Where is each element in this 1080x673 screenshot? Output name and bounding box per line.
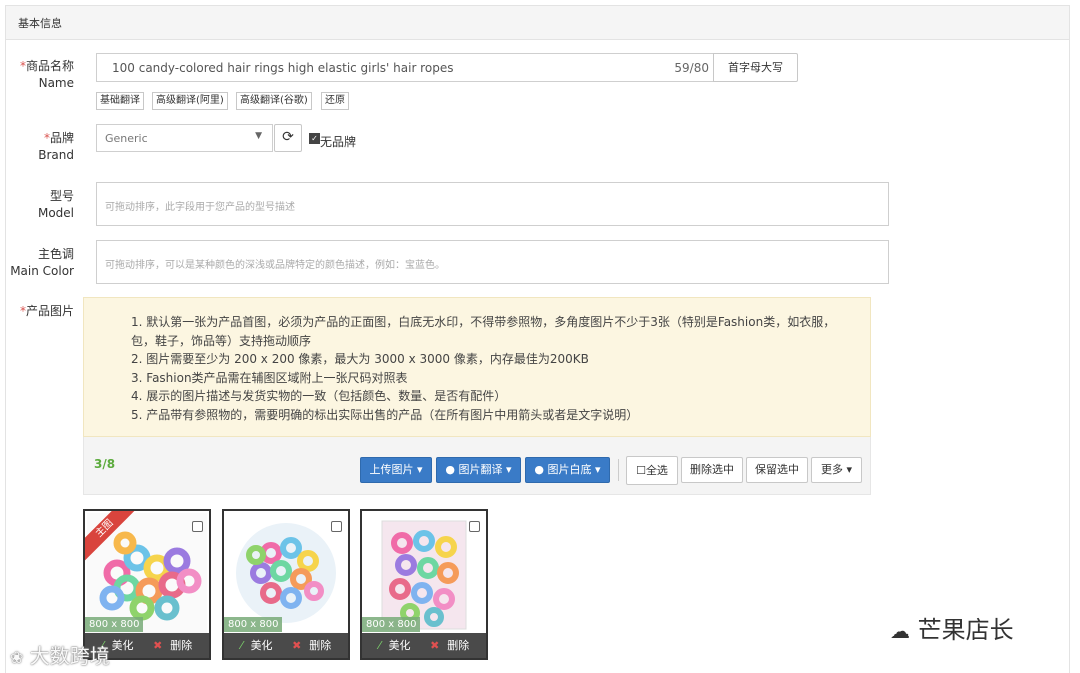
name-value: 100 candy-colored hair rings high elasti… (112, 61, 454, 75)
basic-translate-button[interactable]: 基础翻译 (96, 92, 144, 110)
brand-select[interactable]: Generic ▼ (96, 124, 273, 152)
wand-icon: ⁄ (378, 639, 381, 652)
toolbar-divider (618, 459, 619, 481)
wechat-icon: ☁ (890, 619, 910, 643)
close-icon: ✖ (153, 639, 163, 652)
image-requirements-notice: 1. 默认第一张为产品首图，必须为产品的正面图，白底无水印，不得带参照物，多角度… (83, 297, 871, 437)
beautify-button[interactable]: ⁄ 美化 (237, 639, 277, 652)
delete-button[interactable]: ✖ 删除 (149, 639, 196, 652)
restore-button[interactable]: 还原 (321, 92, 349, 110)
main-color-input[interactable]: 可拖动排序，可以是某种颜色的深浅或品牌特定的颜色描述，例如：宝蓝色。 (96, 240, 889, 284)
notice-line: 5. 产品带有参照物的，需要明确的标出实际出售的产品（在所有图片中用箭头或者是文… (131, 407, 639, 422)
thumbnail-checkbox[interactable] (469, 521, 480, 532)
refresh-icon[interactable]: ⟳ (274, 124, 302, 152)
notice-line: 包，鞋子，饰品等）支持拖动顺序 (131, 333, 312, 348)
notice-line: 2. 图片需要至少为 200 x 200 像素，最大为 3000 x 3000 … (131, 352, 589, 366)
wand-icon: ⁄ (240, 639, 243, 652)
watermark-right: ☁ 芒果店长 (890, 616, 1014, 644)
main-color-label: 主色调 Main Color (10, 247, 74, 278)
image-size: 800 x 800 (85, 617, 144, 632)
google-translate-button[interactable]: 高级翻译(谷歌) (236, 92, 312, 110)
notice-line: 4. 展示的图片描述与发货实物的一致（包括颜色、数量、是否有配件） (131, 389, 507, 403)
notice-line: 3. Fashion类产品需在辅图区域附上一张尺码对照表 (131, 370, 408, 385)
ali-translate-button[interactable]: 高级翻译(阿里) (152, 92, 228, 110)
image-size: 800 x 800 (362, 617, 421, 632)
delete-selected-button[interactable]: 删除选中 (681, 457, 743, 483)
product-images-label: *产品图片 (19, 304, 74, 318)
model-input[interactable]: 可拖动排序，此字段用于您产品的型号描述 (96, 182, 889, 226)
keep-selected-button[interactable]: 保留选中 (746, 457, 808, 483)
image-toolbar: 3/8 上传图片 ▾ ● 图片翻译 ▾ ● 图片白底 ▾ ☐全选 删除选中 保留… (83, 437, 871, 495)
notice-line: 1. 默认第一张为产品首图，必须为产品的正面图，白底无水印，不得带参照物，多角度… (131, 315, 836, 329)
delete-button[interactable]: ✖ 删除 (288, 639, 335, 652)
watermark-left: ❀ 大数跨境 (10, 644, 110, 668)
thumbnail-checkbox[interactable] (331, 521, 342, 532)
thumbnail-checkbox[interactable] (192, 521, 203, 532)
beautify-button[interactable]: ⁄ 美化 (375, 639, 415, 652)
image-count: 3/8 (94, 457, 116, 471)
upload-image-button[interactable]: 上传图片 ▾ (360, 457, 432, 483)
select-all-checkbox[interactable]: ☐全选 (626, 456, 678, 485)
weibo-icon: ❀ (10, 648, 24, 667)
brand-label: *品牌 Brand (38, 131, 74, 162)
capitalize-button[interactable]: 首字母大写 (713, 53, 798, 82)
main-color-placeholder: 可拖动排序，可以是某种颜色的深浅或品牌特定的颜色描述，例如：宝蓝色。 (105, 260, 445, 271)
image-translate-button[interactable]: ● 图片翻译 ▾ (436, 457, 521, 483)
caret-down-icon: ▼ (255, 131, 262, 141)
image-whiten-button[interactable]: ● 图片白底 ▾ (525, 457, 610, 483)
product-photo-hair-rings-bowl (226, 513, 346, 633)
delete-button[interactable]: ✖ 删除 (426, 639, 473, 652)
info-icon: ● (534, 463, 545, 476)
thumbnail-actions: ⁄ 美化 ✖ 删除 (362, 633, 486, 658)
info-icon: ● (445, 463, 456, 476)
name-input[interactable]: 100 candy-colored hair rings high elasti… (96, 53, 714, 82)
name-counter: 59/80 (674, 61, 709, 75)
model-label: 型号 Model (37, 189, 74, 220)
model-placeholder: 可拖动排序，此字段用于您产品的型号描述 (105, 202, 295, 213)
more-button[interactable]: 更多 ▾ (811, 457, 862, 483)
no-brand-checkbox[interactable]: ✓ (309, 133, 320, 144)
image-thumbnail[interactable]: 800 x 800 ⁄ 美化 ✖ 删除 (222, 509, 350, 660)
thumbnail-actions: ⁄ 美化 ✖ 删除 (224, 633, 348, 658)
close-icon: ✖ (292, 639, 302, 652)
product-photo-hair-rings-bag (364, 513, 484, 633)
image-size: 800 x 800 (224, 617, 283, 632)
name-label: *商品名称 Name (19, 59, 74, 90)
image-thumbnail[interactable]: 主图 800 x 800 ⁄ 美化 ✖ 删除 (83, 509, 211, 660)
brand-value: Generic (105, 132, 148, 145)
image-thumbnail[interactable]: 800 x 800 ⁄ 美化 ✖ 删除 (360, 509, 488, 660)
no-brand-label: 无品牌 (320, 135, 357, 149)
section-title: 基本信息 (6, 6, 1069, 40)
close-icon: ✖ (430, 639, 440, 652)
